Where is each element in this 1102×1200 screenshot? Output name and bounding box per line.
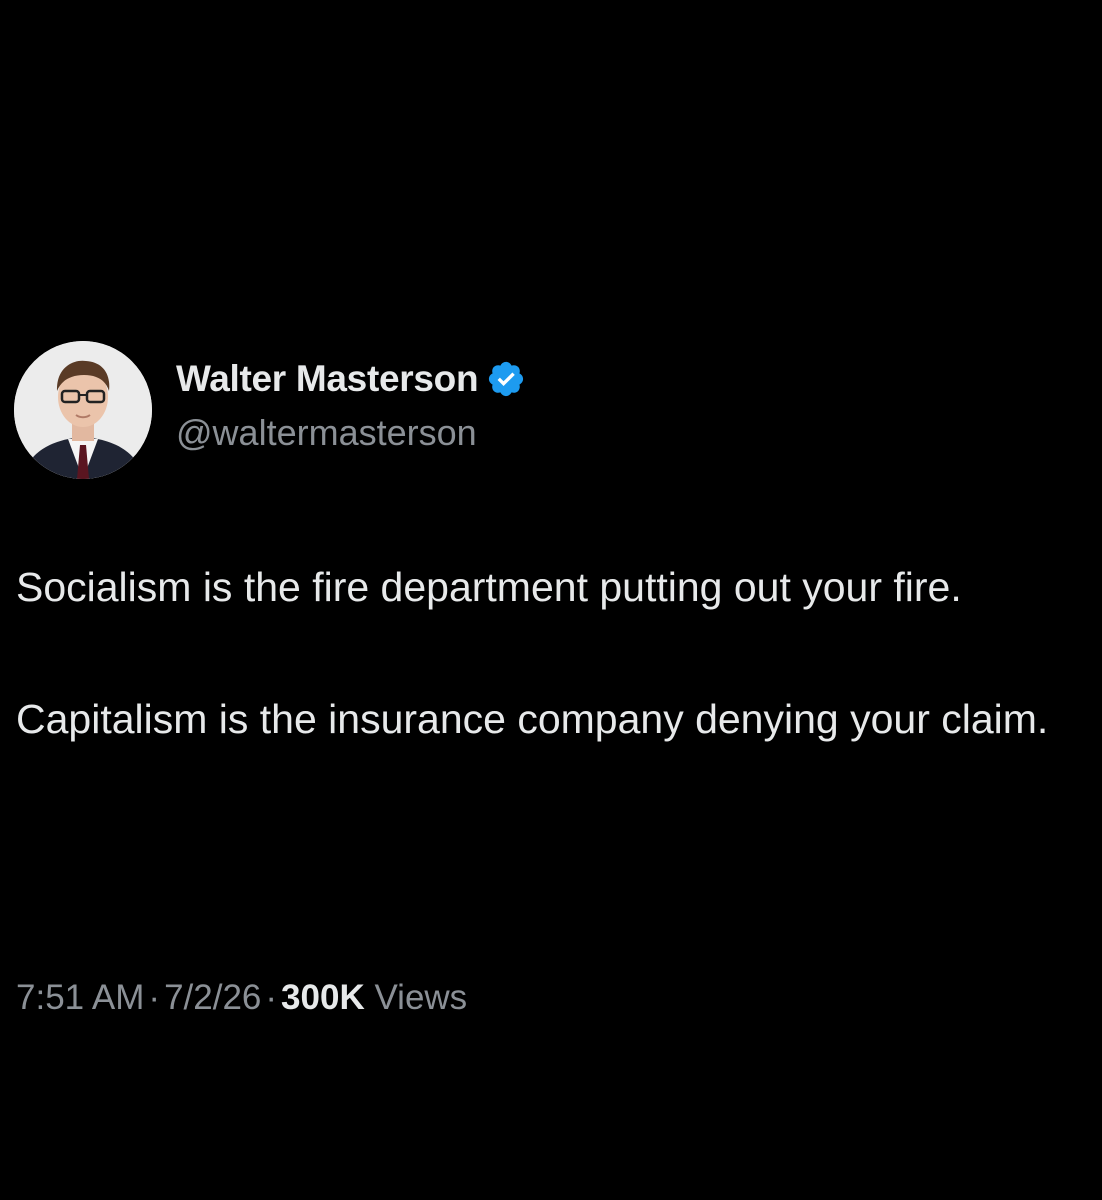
separator-dot: · bbox=[265, 978, 278, 1017]
tweet-paragraph: Capitalism is the insurance company deny… bbox=[16, 696, 1049, 742]
user-handle[interactable]: @waltermasterson bbox=[176, 412, 526, 454]
avatar[interactable] bbox=[14, 341, 152, 479]
tweet-card: Walter Masterson @waltermasterson Social… bbox=[0, 0, 1102, 1200]
tweet-meta: 7:51 AM · 7/2/26 · 300K Views bbox=[16, 978, 467, 1018]
author-block: Walter Masterson @waltermasterson bbox=[176, 354, 526, 454]
separator-dot: · bbox=[148, 978, 161, 1017]
views-count[interactable]: 300K bbox=[281, 978, 365, 1017]
tweet-date[interactable]: 7/2/26 bbox=[164, 978, 261, 1017]
verified-badge-icon[interactable] bbox=[486, 359, 526, 399]
views-label: Views bbox=[374, 978, 468, 1017]
name-row: Walter Masterson bbox=[176, 354, 526, 404]
tweet-time[interactable]: 7:51 AM bbox=[16, 978, 144, 1017]
tweet-paragraph: Socialism is the fire department putting… bbox=[16, 564, 962, 610]
display-name[interactable]: Walter Masterson bbox=[176, 358, 479, 400]
tweet-text: Socialism is the fire department putting… bbox=[16, 554, 1086, 752]
avatar-image bbox=[14, 341, 152, 479]
